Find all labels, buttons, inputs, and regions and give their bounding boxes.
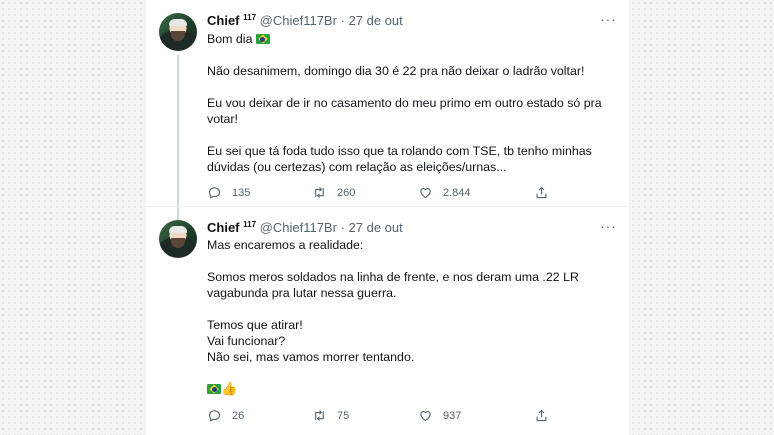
tweet-paragraph: Eu vou deixar de ir no casamento do meu … bbox=[207, 96, 602, 126]
avatar[interactable] bbox=[159, 220, 197, 258]
like-count: 2.844 bbox=[443, 186, 471, 199]
tweet-header: Chief 117 @Chief117Br · 27 de out bbox=[207, 13, 403, 28]
avatar-beard bbox=[171, 31, 185, 41]
retweet-count: 260 bbox=[337, 186, 356, 199]
like-count: 937 bbox=[443, 409, 462, 422]
tweet-actions: 135 260 2.844 bbox=[207, 185, 567, 201]
author-handle[interactable]: @Chief117Br bbox=[260, 220, 337, 235]
reply-count: 135 bbox=[232, 186, 251, 199]
share-button[interactable] bbox=[534, 185, 549, 200]
like-button[interactable]: 937 bbox=[418, 408, 461, 423]
emoji-line: 👍 bbox=[207, 381, 617, 397]
reply-icon bbox=[208, 187, 221, 199]
header-separator: · bbox=[340, 13, 345, 28]
retweet-button[interactable]: 260 bbox=[312, 185, 355, 200]
brazil-flag-icon bbox=[207, 384, 221, 394]
avatar-cap bbox=[169, 19, 187, 26]
tweet-text: Mas encaremos a realidade: Somos meros s… bbox=[207, 237, 617, 397]
tweet-paragraph: Mas encaremos a realidade: bbox=[207, 238, 364, 252]
author-name[interactable]: Chief 117 bbox=[207, 220, 256, 235]
more-options-icon[interactable]: ··· bbox=[600, 219, 617, 233]
header-separator: · bbox=[340, 220, 345, 235]
author-handle[interactable]: @Chief117Br bbox=[260, 13, 337, 28]
tweet-paragraph: Não desanimem, domingo dia 30 é 22 pra n… bbox=[207, 64, 585, 78]
tweet-date[interactable]: 27 de out bbox=[349, 13, 403, 28]
avatar-beard bbox=[171, 238, 185, 248]
retweet-icon bbox=[315, 410, 324, 421]
tweet-thread-card: Chief 117 @Chief117Br · 27 de out ··· Bo… bbox=[146, 0, 629, 435]
heart-icon bbox=[420, 188, 431, 199]
author-name[interactable]: Chief 117 bbox=[207, 13, 256, 28]
tweet-date[interactable]: 27 de out bbox=[349, 220, 403, 235]
tweet-paragraph: Temos que atirar! bbox=[207, 318, 303, 332]
tweet-paragraph: Somos meros soldados na linha de frente,… bbox=[207, 270, 579, 300]
tweet[interactable]: Chief 117 @Chief117Br · 27 de out ··· Bo… bbox=[146, 0, 629, 220]
reply-count: 26 bbox=[232, 409, 245, 422]
reply-button[interactable]: 26 bbox=[207, 408, 244, 423]
tweet-paragraph: Não sei, mas vamos morrer tentando. bbox=[207, 350, 415, 364]
like-button[interactable]: 2.844 bbox=[418, 185, 471, 200]
heart-icon bbox=[420, 411, 431, 422]
tweet[interactable]: Chief 117 @Chief117Br · 27 de out ··· Ma… bbox=[146, 207, 629, 435]
avatar[interactable] bbox=[159, 13, 197, 51]
tweet-actions: 26 75 937 bbox=[207, 408, 567, 424]
tweet-text: Bom dia Não desanimem, domingo dia 30 é … bbox=[207, 31, 617, 175]
retweet-count: 75 bbox=[337, 409, 350, 422]
share-button[interactable] bbox=[534, 408, 549, 423]
reply-button[interactable]: 135 bbox=[207, 185, 250, 200]
brazil-flag-icon bbox=[255, 34, 270, 44]
thread-connector-line bbox=[177, 55, 179, 220]
retweet-button[interactable]: 75 bbox=[312, 408, 349, 423]
reply-icon bbox=[208, 410, 221, 422]
tweet-paragraph: Eu sei que tá foda tudo isso que ta rola… bbox=[207, 144, 592, 174]
share-icon bbox=[536, 409, 547, 422]
thumbs-up-icon: 👍 bbox=[221, 381, 238, 396]
avatar-cap bbox=[169, 226, 187, 233]
more-options-icon[interactable]: ··· bbox=[600, 12, 617, 26]
author-badge: 117 bbox=[243, 13, 257, 22]
author-badge: 117 bbox=[243, 220, 257, 229]
tweet-paragraph: Bom dia bbox=[207, 31, 617, 47]
tweet-paragraph: Vai funcionar? bbox=[207, 334, 286, 348]
share-icon bbox=[536, 186, 547, 199]
retweet-icon bbox=[315, 187, 324, 198]
tweet-header: Chief 117 @Chief117Br · 27 de out bbox=[207, 220, 403, 235]
